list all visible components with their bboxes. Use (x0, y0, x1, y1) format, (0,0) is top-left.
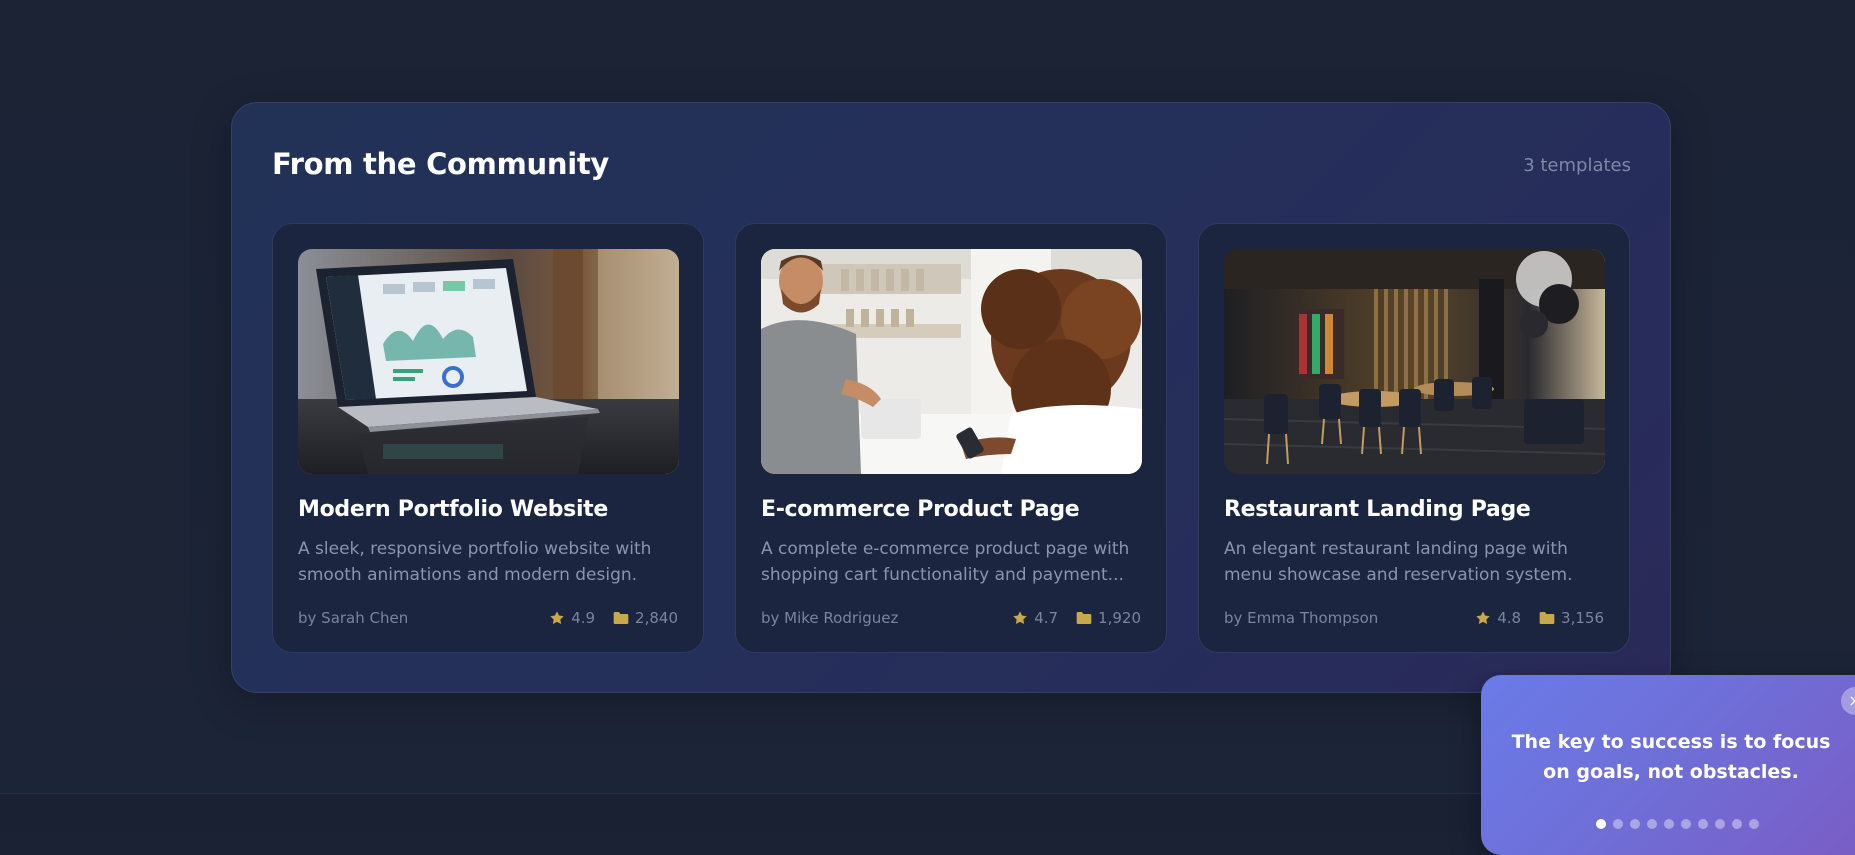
card-title[interactable]: E-commerce Product Page (761, 497, 1080, 522)
uses-stat: 1,920 (1076, 609, 1141, 627)
template-card-restaurant[interactable]: Restaurant Landing Page An elegant resta… (1198, 223, 1630, 653)
template-thumbnail[interactable] (298, 249, 679, 474)
carousel-dot[interactable] (1698, 819, 1708, 829)
template-thumbnail[interactable] (1224, 249, 1605, 474)
carousel-dot[interactable] (1732, 819, 1742, 829)
card-author: by Sarah Chen (298, 609, 409, 627)
template-card-ecommerce[interactable]: E-commerce Product Page A complete e-com… (735, 223, 1167, 653)
template-card-list: Modern Portfolio Website A sleek, respon… (272, 223, 1630, 653)
star-icon (1013, 611, 1027, 624)
star-icon (550, 611, 564, 624)
card-stats: 4.8 3,156 (1475, 609, 1604, 627)
carousel-dot[interactable] (1681, 819, 1691, 829)
card-meta: by Sarah Chen 4.9 2,840 (298, 609, 678, 627)
shop-checkout-image (761, 249, 1142, 474)
rating-value: 4.7 (1034, 609, 1059, 627)
section-title: From the Community (272, 147, 610, 181)
carousel-dot[interactable] (1647, 819, 1657, 829)
restaurant-interior-image (1224, 249, 1605, 474)
card-description: A complete e-commerce product page with … (761, 539, 1130, 585)
community-section: From the Community 3 templates Modern Po… (231, 102, 1671, 693)
card-title[interactable]: Modern Portfolio Website (298, 497, 608, 522)
rating-stat: 4.9 (549, 609, 595, 627)
carousel-dot[interactable] (1749, 819, 1759, 829)
template-count: 3 templates (1523, 155, 1631, 176)
carousel-dot[interactable] (1596, 819, 1606, 829)
rating-stat: 4.7 (1012, 609, 1058, 627)
card-meta: by Mike Rodriguez 4.7 1,920 (761, 609, 1141, 627)
carousel-dot[interactable] (1715, 819, 1725, 829)
card-title[interactable]: Restaurant Landing Page (1224, 497, 1531, 522)
folder-icon (613, 612, 629, 624)
quote-text: The key to success is to focus on goals,… (1511, 731, 1831, 783)
close-icon[interactable]: × (1841, 687, 1855, 715)
uses-value: 1,920 (1098, 609, 1141, 627)
carousel-dot[interactable] (1613, 819, 1623, 829)
carousel-dot[interactable] (1630, 819, 1640, 829)
card-stats: 4.7 1,920 (1012, 609, 1141, 627)
uses-stat: 3,156 (1539, 609, 1604, 627)
folder-icon (1539, 612, 1555, 624)
card-meta: by Emma Thompson 4.8 3,156 (1224, 609, 1604, 627)
uses-value: 2,840 (635, 609, 678, 627)
laptop-dashboard-image (298, 249, 679, 474)
folder-icon (1076, 612, 1092, 624)
uses-value: 3,156 (1561, 609, 1604, 627)
template-card-portfolio[interactable]: Modern Portfolio Website A sleek, respon… (272, 223, 704, 653)
template-thumbnail[interactable] (761, 249, 1142, 474)
rating-stat: 4.8 (1475, 609, 1521, 627)
card-stats: 4.9 2,840 (549, 609, 678, 627)
quote-toast: × The key to success is to focus on goal… (1481, 675, 1855, 855)
uses-stat: 2,840 (613, 609, 678, 627)
card-description: A sleek, responsive portfolio website wi… (298, 539, 652, 585)
card-description: An elegant restaurant landing page with … (1224, 539, 1573, 585)
card-author: by Emma Thompson (1224, 609, 1379, 627)
rating-value: 4.9 (571, 609, 596, 627)
rating-value: 4.8 (1497, 609, 1522, 627)
carousel-dots (1596, 819, 1759, 829)
star-icon (1476, 611, 1490, 624)
carousel-dot[interactable] (1664, 819, 1674, 829)
card-author: by Mike Rodriguez (761, 609, 899, 627)
